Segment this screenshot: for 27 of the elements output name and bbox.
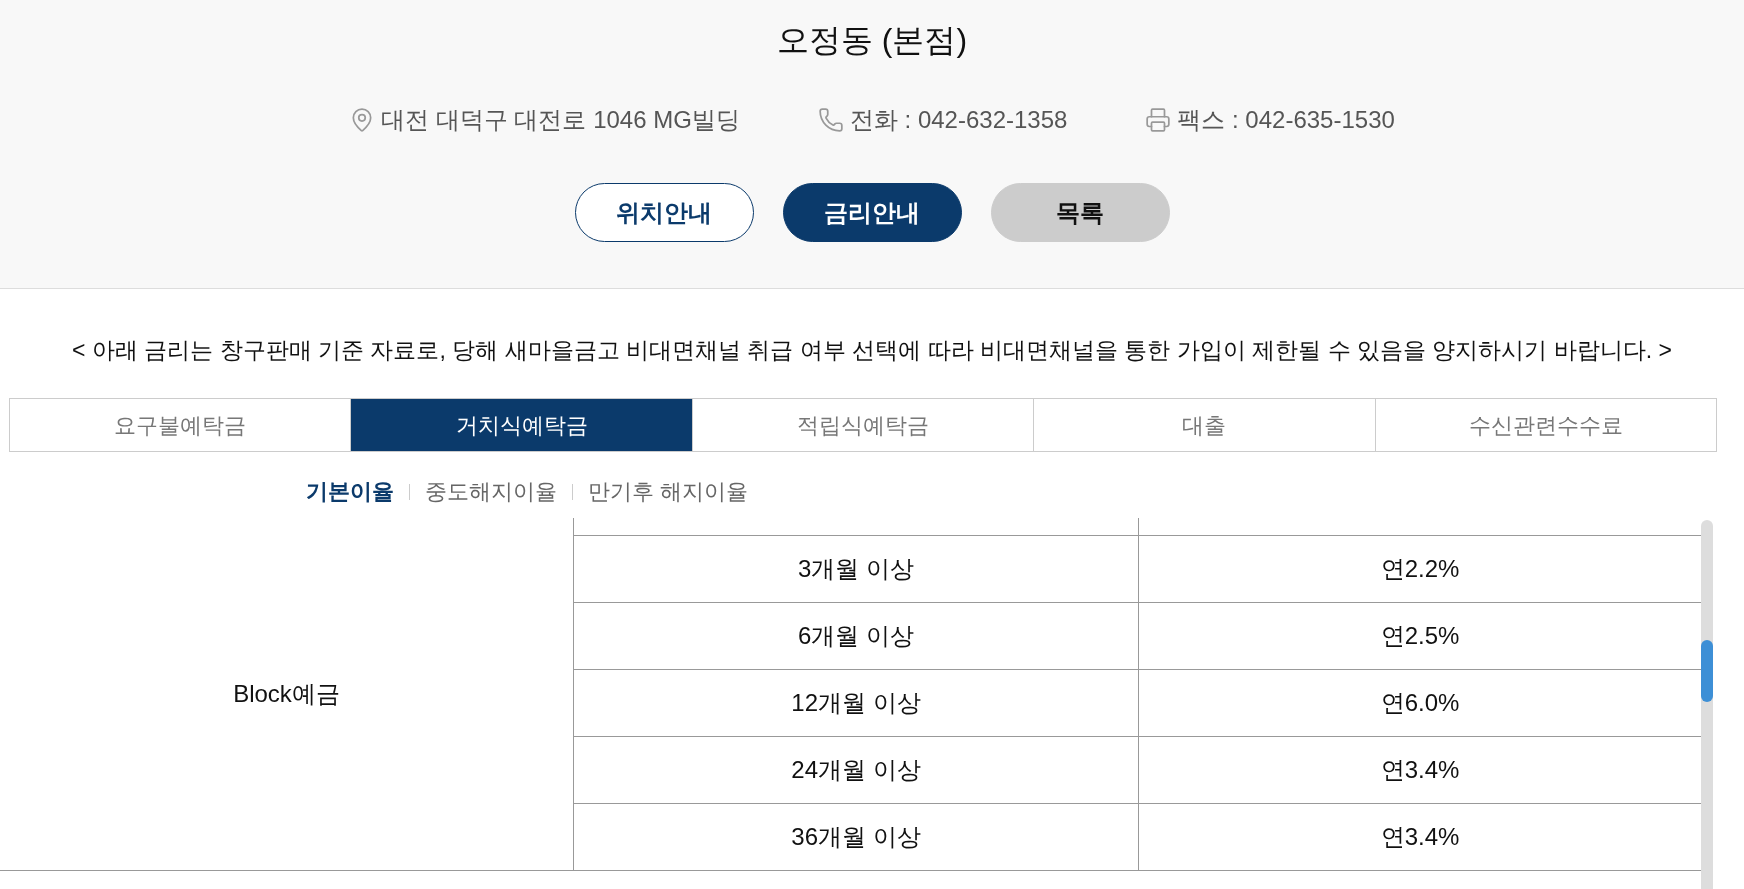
printer-icon [1145,107,1172,133]
rate-subtab[interactable]: 만기후 해지이율 [588,477,749,507]
contact-info: 팩스 : 042-635-1530 [1177,105,1395,135]
category-tab[interactable]: 거치식예탁금 [350,399,692,451]
branch-title: 오정동 (본점) [776,21,968,60]
table-cell-text: 연6.0% [1379,688,1461,718]
table-cell: 6개월 이상 [574,603,1139,669]
nav-button[interactable]: 금리안내 [782,183,962,242]
table-cell-text: 연2.5% [1379,621,1461,651]
notice-text: < 아래 금리는 창구판매 기준 자료로, 당해 새마을금고 비대면채널 취급 여부 선택에 따라 비대면채널을 통한 가입이 제한될 수 있음을 양지하시기 바랍니다. > [71,336,1673,365]
nav-button[interactable]: 위치안내 [574,183,754,242]
table-cell: 12개월 이상 [574,670,1139,736]
table-cell: 36개월 이상 [574,804,1139,870]
nav-button[interactable]: 목록 [990,183,1170,242]
rate-subtab[interactable]: 기본이율 [306,477,394,507]
contact-info: 대전 대덕구 대전로 1046 MG빌딩 [381,105,740,135]
table-cell-text: 연2.2% [1379,554,1461,584]
table-cell-text: 연3.4% [1379,755,1461,785]
contact-info: 전화 : 042-632-1358 [849,105,1068,135]
table-cell-text: Block예금 [232,679,341,709]
phone-icon [817,107,844,133]
table-cell: 24개월 이상 [574,737,1139,803]
scrollbar-thumb[interactable] [1701,640,1713,702]
table-cell: 3개월 이상 [574,536,1139,602]
scrollbar-track[interactable] [1701,520,1713,889]
table-cell-text: 연3.4% [1379,822,1461,852]
rate-subtab[interactable]: 중도해지이율 [425,477,557,507]
